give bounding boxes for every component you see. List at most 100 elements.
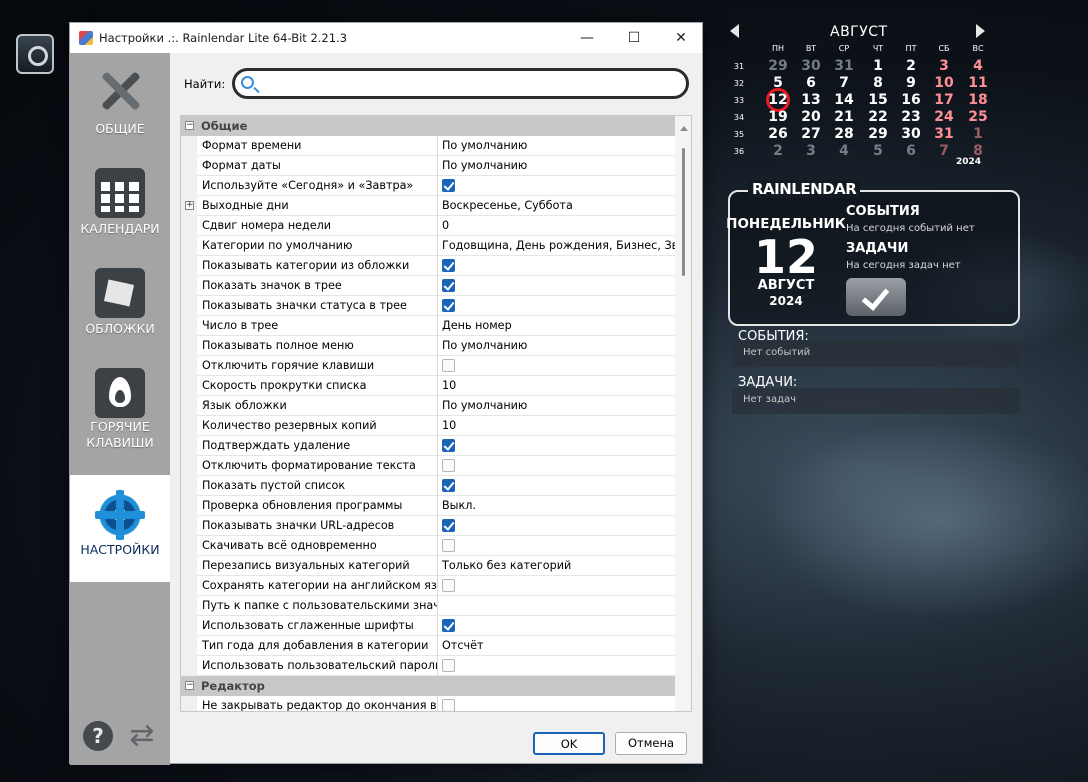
- setting-value[interactable]: 10: [438, 376, 675, 396]
- setting-value[interactable]: Отсчёт: [438, 636, 675, 656]
- search-box[interactable]: [232, 68, 689, 99]
- setting-value[interactable]: По умолчанию: [438, 396, 675, 416]
- setting-row[interactable]: Число в трее День номер: [181, 316, 675, 336]
- checkmark-icon[interactable]: [846, 278, 906, 316]
- setting-value[interactable]: По умолчанию: [438, 136, 675, 156]
- setting-row[interactable]: Не закрывать редактор до окончания ввода: [181, 696, 675, 711]
- help-icon[interactable]: ?: [83, 721, 113, 751]
- calendar-day[interactable]: 30: [795, 58, 827, 74]
- sidebar-item-hotkeys[interactable]: ГОРЯЧИЕ КЛАВИШИ: [70, 353, 170, 468]
- setting-row[interactable]: Скачивать всё одновременно: [181, 536, 675, 556]
- settings-grid[interactable]: − Общие Формат времени По умолчанию Формат д…: [180, 115, 692, 712]
- calendar-day[interactable]: 7: [828, 75, 860, 91]
- ok-button[interactable]: OK: [533, 732, 605, 755]
- setting-checkbox[interactable]: [442, 699, 455, 711]
- setting-row[interactable]: Язык обложки По умолчанию: [181, 396, 675, 416]
- setting-row[interactable]: Показывать значки URL-адресов: [181, 516, 675, 536]
- calendar-day[interactable]: 10: [928, 75, 960, 91]
- setting-row[interactable]: Использовать сглаженные шрифты: [181, 616, 675, 636]
- setting-row[interactable]: Показывать категории из обложки: [181, 256, 675, 276]
- setting-checkbox[interactable]: [442, 519, 455, 532]
- sidebar-item-skins[interactable]: ОБЛОЖКИ: [70, 253, 170, 353]
- setting-checkbox[interactable]: [442, 619, 455, 632]
- calendar-day[interactable]: 19: [762, 109, 794, 125]
- setting-row[interactable]: Подтверждать удаление: [181, 436, 675, 456]
- sidebar-item-settings[interactable]: НАСТРОЙКИ: [70, 475, 170, 582]
- next-month-arrow-icon[interactable]: [976, 24, 985, 38]
- calendar-day[interactable]: 24: [928, 109, 960, 125]
- calendar-day[interactable]: 29: [862, 126, 894, 142]
- setting-row[interactable]: Перезапись визуальных категорий Только бе…: [181, 556, 675, 576]
- search-input[interactable]: [259, 74, 679, 94]
- refresh-icon[interactable]: ⇄: [125, 721, 159, 751]
- calendar-day[interactable]: 21: [828, 109, 860, 125]
- calendar-day[interactable]: 8: [862, 75, 894, 91]
- calendar-day[interactable]: 3: [928, 58, 960, 74]
- calendar-day[interactable]: 5: [862, 143, 894, 159]
- close-button[interactable]: ✕: [658, 23, 704, 53]
- maximize-button[interactable]: ☐: [611, 23, 657, 53]
- setting-row[interactable]: Показать пустой список: [181, 476, 675, 496]
- setting-row[interactable]: Показать значок в трее: [181, 276, 675, 296]
- calendar-day[interactable]: 1: [862, 58, 894, 74]
- setting-value[interactable]: Воскресенье, Суббота: [438, 196, 675, 216]
- category-header[interactable]: − Общие: [181, 116, 675, 136]
- calendar-day[interactable]: 29: [762, 58, 794, 74]
- setting-checkbox[interactable]: [442, 479, 455, 492]
- setting-row[interactable]: + Выходные дни Воскресенье, Суббота: [181, 196, 675, 216]
- minimize-button[interactable]: —: [564, 23, 610, 53]
- setting-value[interactable]: [438, 596, 675, 616]
- scroll-up-arrow-icon[interactable]: [680, 126, 688, 131]
- setting-row[interactable]: Показывать полное меню По умолчанию: [181, 336, 675, 356]
- calendar-day[interactable]: 2: [895, 58, 927, 74]
- calendar-day[interactable]: 23: [895, 109, 927, 125]
- calendar-day[interactable]: 28: [828, 126, 860, 142]
- calendar-day[interactable]: 12: [762, 92, 794, 108]
- calendar-day[interactable]: 6: [795, 75, 827, 91]
- calendar-day[interactable]: 13: [795, 92, 827, 108]
- title-bar[interactable]: Настройки .:. Rainlendar Lite 64-Bit 2.2…: [70, 23, 702, 53]
- setting-row[interactable]: Сдвиг номера недели 0: [181, 216, 675, 236]
- setting-checkbox[interactable]: [442, 259, 455, 272]
- setting-row[interactable]: Формат времени По умолчанию: [181, 136, 675, 156]
- setting-checkbox[interactable]: [442, 299, 455, 312]
- setting-checkbox[interactable]: [442, 439, 455, 452]
- calendar-day[interactable]: 6: [895, 143, 927, 159]
- setting-row[interactable]: Использовать пользовательский пароль ц: [181, 656, 675, 676]
- desktop-camera-icon[interactable]: [16, 34, 54, 74]
- calendar-day[interactable]: 4: [828, 143, 860, 159]
- setting-row[interactable]: Категории по умолчанию Годовщина, День ро…: [181, 236, 675, 256]
- setting-checkbox[interactable]: [442, 659, 455, 672]
- setting-value[interactable]: День номер: [438, 316, 675, 336]
- setting-row[interactable]: Отключить форматирование текста: [181, 456, 675, 476]
- calendar-day[interactable]: 11: [962, 75, 994, 91]
- setting-row[interactable]: Проверка обновления программы Выкл.: [181, 496, 675, 516]
- setting-checkbox[interactable]: [442, 539, 455, 552]
- calendar-day[interactable]: 9: [895, 75, 927, 91]
- collapse-toggle-icon[interactable]: −: [185, 121, 194, 130]
- setting-row[interactable]: Показывать значки статуса в трее: [181, 296, 675, 316]
- sidebar-item-general[interactable]: ОБЩИЕ: [70, 53, 170, 153]
- setting-value[interactable]: 0: [438, 216, 675, 236]
- setting-checkbox[interactable]: [442, 459, 455, 472]
- setting-value[interactable]: 10: [438, 416, 675, 436]
- setting-row[interactable]: Формат даты По умолчанию: [181, 156, 675, 176]
- setting-row[interactable]: Количество резервных копий 10: [181, 416, 675, 436]
- setting-value[interactable]: Только без категорий: [438, 556, 675, 576]
- calendar-day[interactable]: 16: [895, 92, 927, 108]
- calendar-day[interactable]: 26: [762, 126, 794, 142]
- setting-row[interactable]: Скорость прокрутки списка 10: [181, 376, 675, 396]
- expand-toggle-icon[interactable]: +: [185, 201, 194, 210]
- vertical-scrollbar[interactable]: [675, 116, 691, 711]
- calendar-day[interactable]: 1: [962, 126, 994, 142]
- calendar-day[interactable]: 2: [762, 143, 794, 159]
- setting-value[interactable]: Годовщина, День рождения, Бизнес, Звонк: [438, 236, 675, 256]
- calendar-day[interactable]: 27: [795, 126, 827, 142]
- sidebar-item-calendars[interactable]: КАЛЕНДАРИ: [70, 153, 170, 253]
- setting-row[interactable]: Используйте «Сегодня» и «Завтра»: [181, 176, 675, 196]
- setting-row[interactable]: Тип года для добавления в категории Отсчё…: [181, 636, 675, 656]
- calendar-day[interactable]: 31: [928, 126, 960, 142]
- calendar-day[interactable]: 4: [962, 58, 994, 74]
- calendar-day[interactable]: 18: [962, 92, 994, 108]
- setting-checkbox[interactable]: [442, 579, 455, 592]
